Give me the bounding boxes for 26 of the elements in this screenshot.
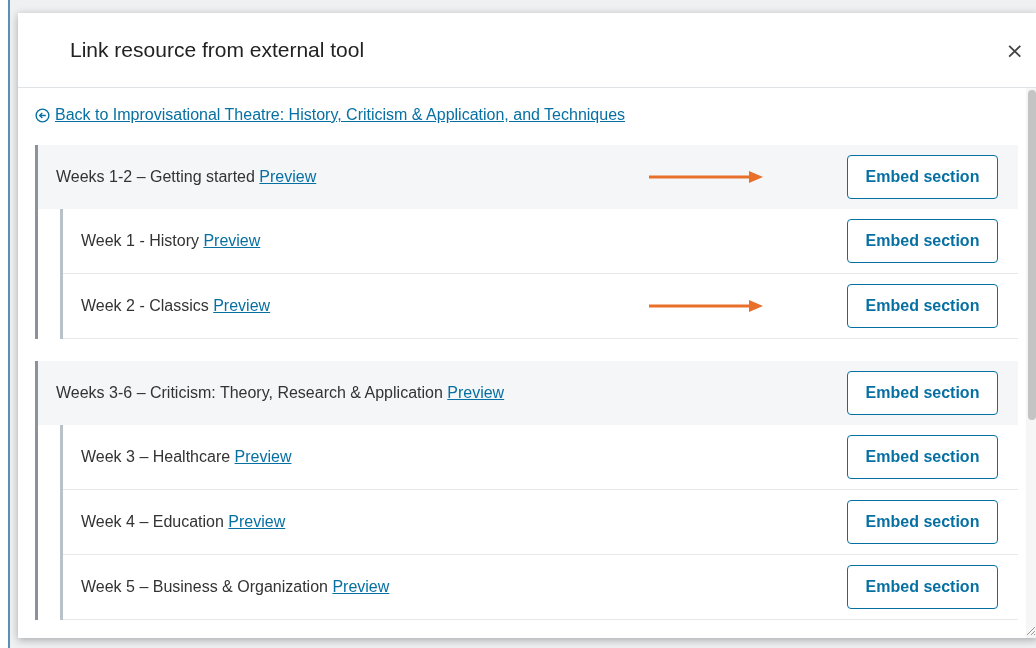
- scrollbar[interactable]: [1026, 88, 1036, 638]
- close-button[interactable]: ×: [995, 33, 1034, 67]
- embed-section-button[interactable]: Embed section: [847, 564, 998, 609]
- preview-link[interactable]: Preview: [203, 231, 261, 249]
- embed-section-button[interactable]: Embed section: [847, 154, 998, 199]
- embed-section-button[interactable]: Embed section: [847, 434, 998, 479]
- embed-section-button[interactable]: Embed section: [847, 218, 998, 263]
- preview-link[interactable]: Preview: [213, 296, 271, 314]
- resize-grip-icon[interactable]: [1024, 624, 1036, 636]
- section-title: Weeks 3-6 – Criticism: Theory, Research & Application Preview: [56, 383, 505, 402]
- preview-link[interactable]: Preview: [234, 447, 292, 465]
- embed-section-button[interactable]: Embed section: [847, 499, 998, 544]
- section-title: Week 2 - Classics Preview: [81, 296, 271, 315]
- section-title: Week 3 – Healthcare Preview: [81, 447, 292, 466]
- back-link[interactable]: Back to Improvisational Theatre: History, Criticism & Application, and Techniques: [35, 106, 626, 124]
- section-title: Week 5 – Business & Organization Preview: [81, 577, 390, 596]
- preview-link[interactable]: Preview: [228, 512, 286, 530]
- section-title: Week 1 - History Preview: [81, 231, 261, 250]
- preview-link[interactable]: Preview: [259, 167, 317, 185]
- section-title: Week 4 – Education Preview: [81, 512, 286, 531]
- embed-section-button[interactable]: Embed section: [847, 370, 998, 415]
- embed-section-button[interactable]: Embed section: [847, 283, 998, 328]
- preview-link[interactable]: Preview: [332, 577, 390, 595]
- dialog-title: Link resource from external tool: [70, 38, 366, 62]
- preview-link[interactable]: Preview: [447, 383, 505, 401]
- section-title: Weeks 1-2 – Getting started Preview: [56, 167, 317, 186]
